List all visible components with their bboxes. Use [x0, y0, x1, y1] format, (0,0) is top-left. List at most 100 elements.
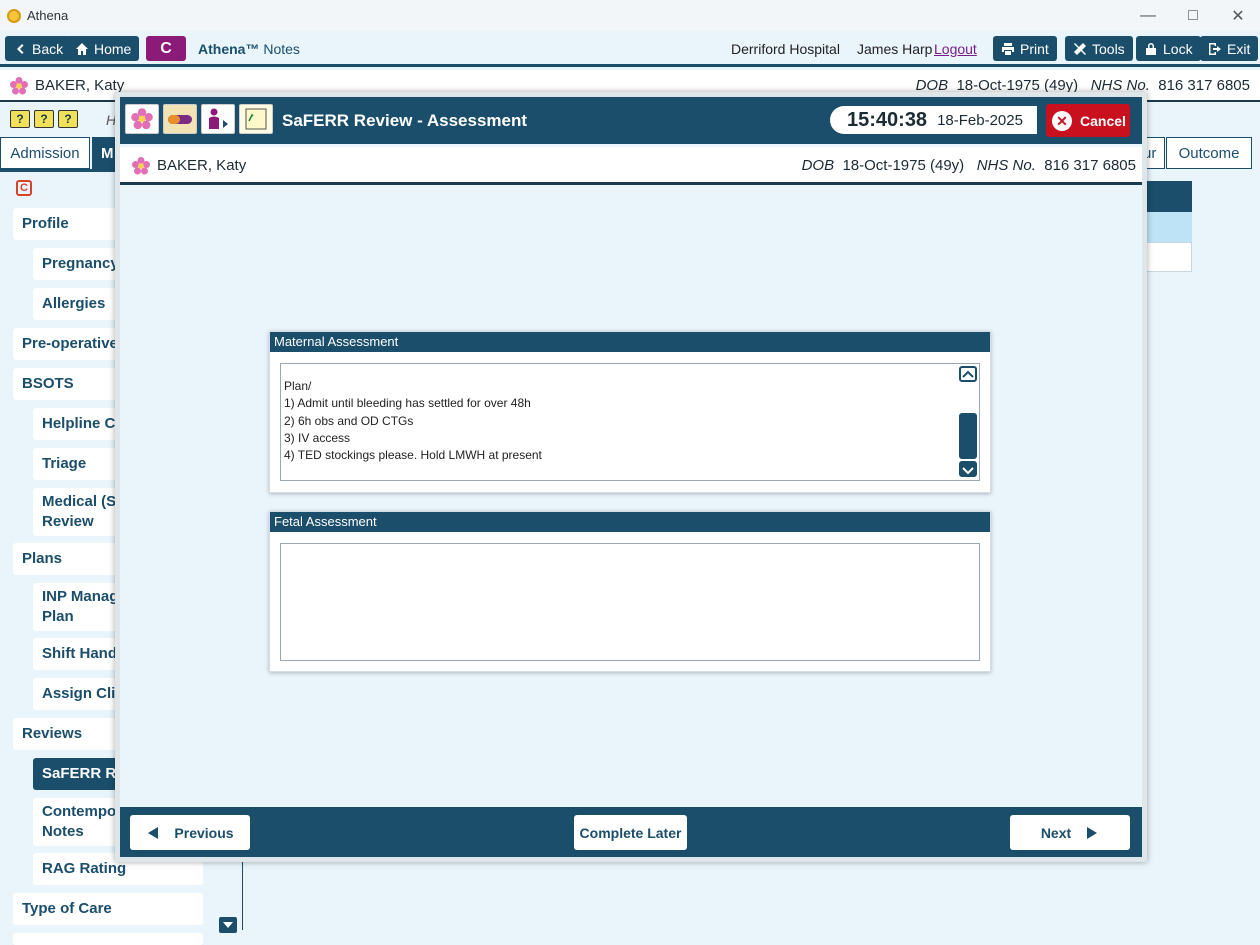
main-toolbar: Back Home C Athena™ Notes Derriford Hosp…: [0, 31, 1260, 67]
date-time-display: 15:40:38 18-Feb-2025: [830, 106, 1037, 134]
home-button-label: Home: [94, 40, 132, 57]
flower-icon: [131, 108, 153, 130]
patient-name: BAKER, Katy: [35, 77, 125, 94]
lock-button[interactable]: Lock: [1136, 36, 1201, 61]
tab-active[interactable]: M: [92, 137, 116, 169]
fetal-assessment-panel: Fetal Assessment: [269, 511, 991, 672]
exit-button-label: Exit: [1227, 40, 1251, 57]
dob-label: DOB: [801, 157, 835, 174]
cancel-x-icon: ✕: [1052, 110, 1072, 131]
sidebar-item-label: INP Manag: [42, 588, 119, 605]
next-button[interactable]: Next: [1010, 815, 1130, 850]
c-badge-icon[interactable]: C: [16, 180, 32, 196]
home-button[interactable]: Home: [67, 36, 140, 61]
dob-value: 18-Oct-1975 (49y): [842, 157, 965, 174]
person-tool-icon[interactable]: [201, 104, 235, 134]
modal-title: SaFERR Review - Assessment: [282, 111, 528, 130]
minimize-icon[interactable]: —: [1125, 0, 1171, 31]
notepad-icon: [245, 108, 267, 130]
print-button-label: Print: [1020, 40, 1049, 57]
fetal-assessment-textarea[interactable]: [280, 543, 980, 661]
close-icon[interactable]: ✕: [1215, 0, 1260, 31]
maternal-scrollbar[interactable]: [957, 364, 979, 480]
scroll-thumb[interactable]: [959, 413, 977, 459]
modal-header: SaFERR Review - Assessment 15:40:38 18-F…: [120, 97, 1142, 144]
window-title: Athena: [27, 8, 69, 23]
sidebar-item-type-of-care[interactable]: Type of Care: [13, 893, 203, 925]
back-button[interactable]: Back: [5, 36, 72, 61]
previous-button[interactable]: Previous: [130, 815, 250, 850]
sidebar-item-label: Review: [42, 513, 94, 530]
current-time: 15:40:38: [847, 108, 928, 131]
flower-icon: [132, 157, 150, 175]
note-line: 2) 6h obs and OD CTGs: [284, 413, 414, 428]
printer-icon: [1002, 42, 1014, 55]
background-table-row[interactable]: [1140, 212, 1192, 242]
note-line: Plan/: [284, 379, 312, 393]
app-brand: Athena™: [198, 41, 260, 57]
next-button-label: Next: [1040, 824, 1072, 841]
maternal-assessment-title: Maternal Assessment: [270, 332, 990, 352]
sidebar-item-label: Notes: [42, 823, 84, 840]
background-table-header: [1140, 181, 1192, 212]
tab-outcome[interactable]: Outcome: [1166, 137, 1252, 169]
logout-link[interactable]: Logout: [934, 41, 977, 57]
help-icon[interactable]: ?: [58, 110, 78, 128]
lock-button-label: Lock: [1163, 40, 1193, 57]
modal-patient-banner: BAKER, Katy DOB 18-Oct-1975 (49y) NHS No…: [120, 147, 1142, 185]
note-line: 1) Admit until bleeding has settled for …: [284, 396, 531, 411]
maternal-assessment-textarea[interactable]: Plan/ 1) Admit until bleeding has settle…: [280, 363, 980, 481]
saferr-assessment-modal: SaFERR Review - Assessment 15:40:38 18-F…: [115, 92, 1147, 862]
flower-tool-icon[interactable]: [125, 104, 159, 134]
athena-logo-icon: [7, 8, 21, 23]
fetal-assessment-title: Fetal Assessment: [270, 512, 990, 532]
medication-tool-icon[interactable]: [163, 104, 197, 134]
print-button[interactable]: Print: [993, 36, 1057, 61]
arrow-right-icon: [1087, 826, 1098, 839]
cancel-button-label: Cancel: [1080, 112, 1126, 129]
help-list-icon[interactable]: ?: [10, 110, 30, 128]
help-icon-row: ? ? ?: [10, 110, 78, 128]
cancel-button[interactable]: ✕ Cancel: [1046, 104, 1130, 137]
help-icon[interactable]: ?: [34, 110, 54, 128]
nhs-value: 816 317 6805: [1158, 77, 1250, 94]
tab-admission[interactable]: Admission: [0, 137, 90, 169]
sidebar-item-label: Plan: [42, 608, 74, 625]
note-line: 3) IV access: [284, 430, 351, 445]
tools-button[interactable]: Tools: [1065, 36, 1133, 61]
c-button[interactable]: C: [146, 36, 186, 61]
app-section: Notes: [263, 41, 300, 57]
modal-footer: Previous Complete Later Next: [120, 807, 1142, 857]
person-arrow-icon: [209, 108, 228, 129]
chevron-left-icon: [17, 43, 24, 54]
back-button-label: Back: [32, 40, 64, 57]
app-name: Athena™ Notes: [198, 41, 300, 57]
exit-icon: [1209, 42, 1221, 55]
sidebar-item-partial[interactable]: [13, 933, 203, 945]
arrow-left-icon: [148, 826, 159, 839]
nhs-label: NHS No.: [976, 157, 1036, 174]
hospital-name: Derriford Hospital: [731, 41, 840, 57]
complete-later-button[interactable]: Complete Later: [574, 815, 687, 850]
note-line: 4) TED stockings please. Hold LMWH at pr…: [284, 448, 542, 463]
user-name: James Harp: [857, 41, 933, 57]
maternal-assessment-panel: Maternal Assessment Plan/ 1) Admit until…: [269, 331, 991, 493]
background-table-row[interactable]: [1140, 242, 1192, 272]
window-title-bar: Athena — □ ✕: [0, 0, 1260, 31]
scroll-down-icon[interactable]: [959, 461, 977, 477]
previous-button-label: Previous: [174, 824, 234, 841]
sidebar-item-label: Contempor: [42, 803, 122, 820]
nhs-value: 816 317 6805: [1044, 157, 1136, 174]
flower-icon: [10, 77, 28, 95]
home-icon: [76, 42, 88, 55]
patient-name: BAKER, Katy: [157, 157, 247, 174]
notepad-tool-icon[interactable]: [239, 104, 273, 134]
tools-button-label: Tools: [1092, 40, 1125, 57]
scroll-up-icon[interactable]: [959, 366, 977, 382]
sidebar-scroll-down-icon[interactable]: [219, 917, 237, 933]
maximize-icon[interactable]: □: [1170, 0, 1216, 31]
tools-icon: [1074, 42, 1086, 55]
exit-button[interactable]: Exit: [1200, 36, 1259, 61]
pill-icon: [168, 115, 192, 124]
patient-identifiers: DOB 18-Oct-1975 (49y) NHS No. 816 317 68…: [802, 157, 1136, 174]
